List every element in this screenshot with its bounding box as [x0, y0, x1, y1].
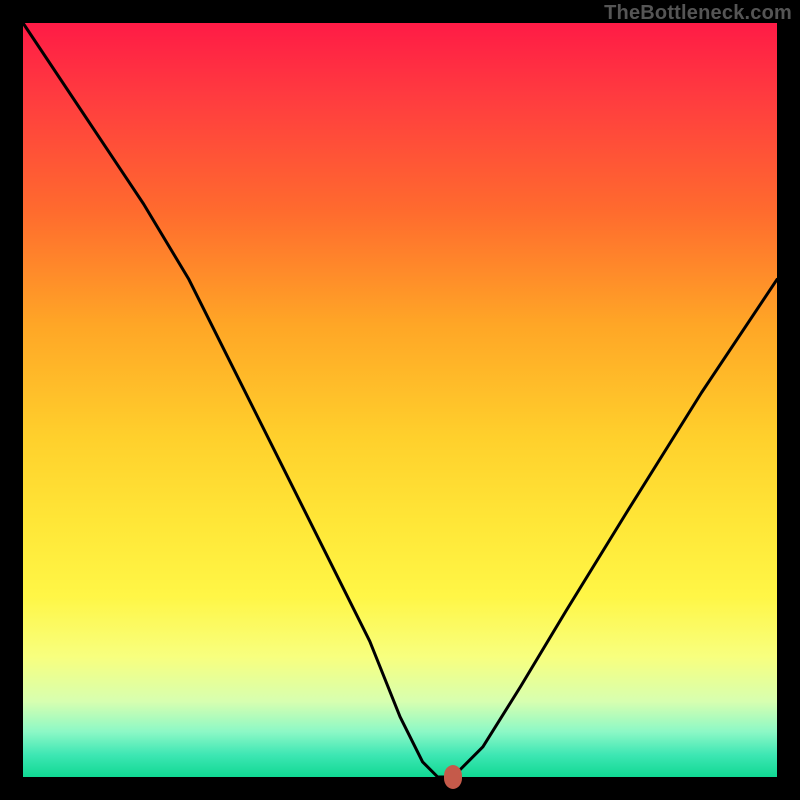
- curve-path: [23, 23, 777, 777]
- chart-stage: TheBottleneck.com: [0, 0, 800, 800]
- bottleneck-curve: [23, 23, 777, 777]
- optimum-marker: [444, 765, 462, 789]
- plot-area: [23, 23, 777, 777]
- watermark-text: TheBottleneck.com: [604, 2, 792, 25]
